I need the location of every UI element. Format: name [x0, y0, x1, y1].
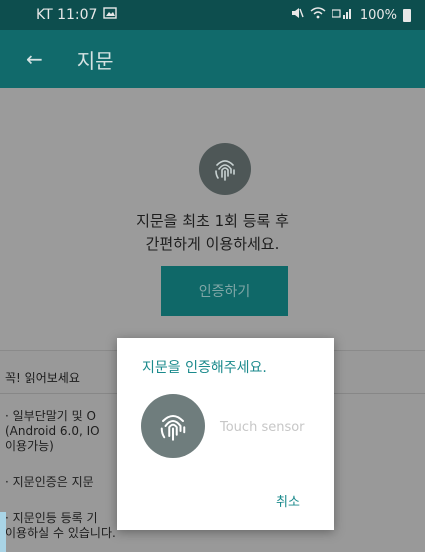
dialog-title: 지문을 인증해주세요. — [142, 360, 267, 376]
touch-sensor-label: Touch sensor — [220, 420, 305, 435]
fingerprint-sensor-icon — [141, 394, 205, 458]
fingerprint-dialog: 지문을 인증해주세요. Touch sensor 취소 — [117, 338, 334, 530]
edge-tint — [0, 512, 6, 552]
cancel-button[interactable]: 취소 — [276, 491, 300, 510]
